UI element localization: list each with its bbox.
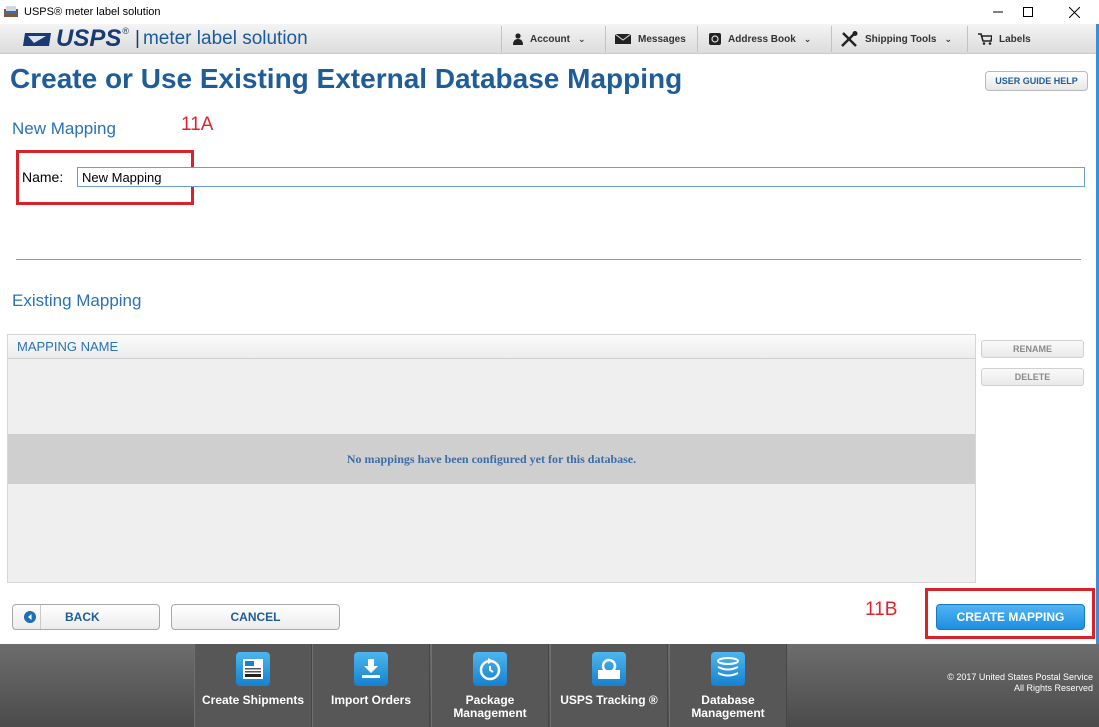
create-shipments-icon — [236, 652, 270, 686]
footer-toolbar: Create Shipments Import Orders Package M… — [0, 644, 1099, 727]
back-button[interactable]: BACK — [12, 604, 160, 630]
cart-icon — [978, 33, 992, 45]
database-icon — [711, 652, 745, 686]
app-window: USPS® meter label solution USPS ® | mete… — [0, 0, 1099, 727]
existing-mapping-heading: Existing Mapping — [12, 291, 142, 310]
footer-database-management-label: Database Management — [691, 693, 765, 720]
maximize-icon — [1023, 7, 1033, 17]
footer-import-orders[interactable]: Import Orders — [312, 644, 430, 727]
nav-divider — [605, 26, 606, 52]
footer-usps-tracking-label: USPS Tracking ® — [560, 693, 658, 707]
nav-divider — [831, 26, 832, 52]
name-label: Name: — [22, 169, 64, 185]
footer-package-management[interactable]: Package Management — [431, 644, 549, 727]
minimize-icon — [993, 11, 1003, 13]
window-titlebar: USPS® meter label solution — [0, 0, 1099, 24]
footer-create-shipments[interactable]: Create Shipments — [194, 644, 312, 727]
nav-account[interactable]: Account ⌄ — [513, 24, 586, 54]
close-icon — [1068, 6, 1080, 18]
chevron-down-icon: ⌄ — [578, 33, 586, 44]
chevron-down-icon: ⌄ — [803, 33, 812, 44]
annotation-11a: 11A — [181, 114, 214, 135]
window-title: USPS® meter label solution — [24, 6, 161, 18]
import-orders-icon — [354, 652, 388, 686]
nav-address-book-label: Address Book — [728, 33, 796, 45]
nav-account-label: Account — [530, 33, 570, 45]
nav-divider — [967, 26, 968, 52]
new-mapping-heading: New Mapping — [12, 119, 116, 138]
package-management-icon — [473, 652, 507, 686]
copyright-text: © 2017 United States Postal Service All … — [947, 672, 1093, 693]
nav-shipping-tools[interactable]: Shipping Tools ⌄ — [840, 24, 952, 54]
page-title: Create or Use Existing External Database… — [10, 63, 683, 94]
empty-table-message: No mappings have been configured yet for… — [8, 434, 975, 484]
column-header-mapping-name[interactable]: MAPPING NAME — [8, 335, 975, 359]
footer-package-management-label: Package Management — [453, 693, 527, 720]
nav-shipping-tools-label: Shipping Tools — [865, 33, 937, 45]
mapping-name-input[interactable] — [77, 167, 1085, 187]
nav-address-book[interactable]: Address Book ⌄ — [709, 24, 811, 54]
delete-button[interactable]: DELETE — [981, 368, 1084, 386]
nav-messages-label: Messages — [638, 33, 686, 45]
mapping-table: MAPPING NAME No mappings have been confi… — [7, 334, 976, 583]
logo-separator: | — [135, 28, 140, 49]
footer-database-management[interactable]: Database Management — [669, 644, 787, 727]
person-icon — [513, 33, 523, 45]
address-book-icon — [709, 33, 721, 45]
nav-labels-label: Labels — [999, 33, 1031, 45]
logo-text: USPS — [56, 25, 122, 52]
annotation-11b: 11B — [865, 599, 898, 620]
nav-messages[interactable]: Messages — [615, 24, 686, 54]
usps-logo[interactable]: USPS ® | meter label solution — [22, 25, 308, 52]
nav-labels[interactable]: Labels — [978, 24, 1031, 54]
envelope-icon — [615, 34, 631, 44]
user-guide-help-button[interactable]: USER GUIDE HELP — [985, 71, 1088, 91]
app-icon — [4, 6, 18, 18]
footer-create-shipments-label: Create Shipments — [201, 693, 305, 707]
maximize-button[interactable] — [1005, 0, 1051, 24]
section-divider — [16, 259, 1081, 260]
logo-subtitle: meter label solution — [142, 28, 308, 49]
tools-icon — [840, 31, 858, 47]
eagle-icon — [23, 33, 51, 46]
cancel-button[interactable]: CANCEL — [171, 604, 340, 630]
footer-import-orders-label: Import Orders — [330, 693, 411, 707]
back-arrow-icon — [19, 605, 41, 629]
close-button[interactable] — [1051, 0, 1097, 24]
chevron-down-icon: ⌄ — [944, 33, 953, 44]
logo-registered-mark: ® — [122, 26, 129, 36]
nav-divider — [697, 26, 698, 52]
back-button-label: BACK — [65, 610, 100, 624]
annotation-box-11b — [925, 588, 1095, 639]
nav-divider — [501, 26, 502, 52]
footer-usps-tracking[interactable]: USPS Tracking ® — [550, 644, 668, 727]
rename-button[interactable]: RENAME — [981, 340, 1084, 358]
app-header: USPS ® | meter label solution Account ⌄ … — [0, 24, 1099, 54]
tracking-icon — [592, 652, 626, 686]
